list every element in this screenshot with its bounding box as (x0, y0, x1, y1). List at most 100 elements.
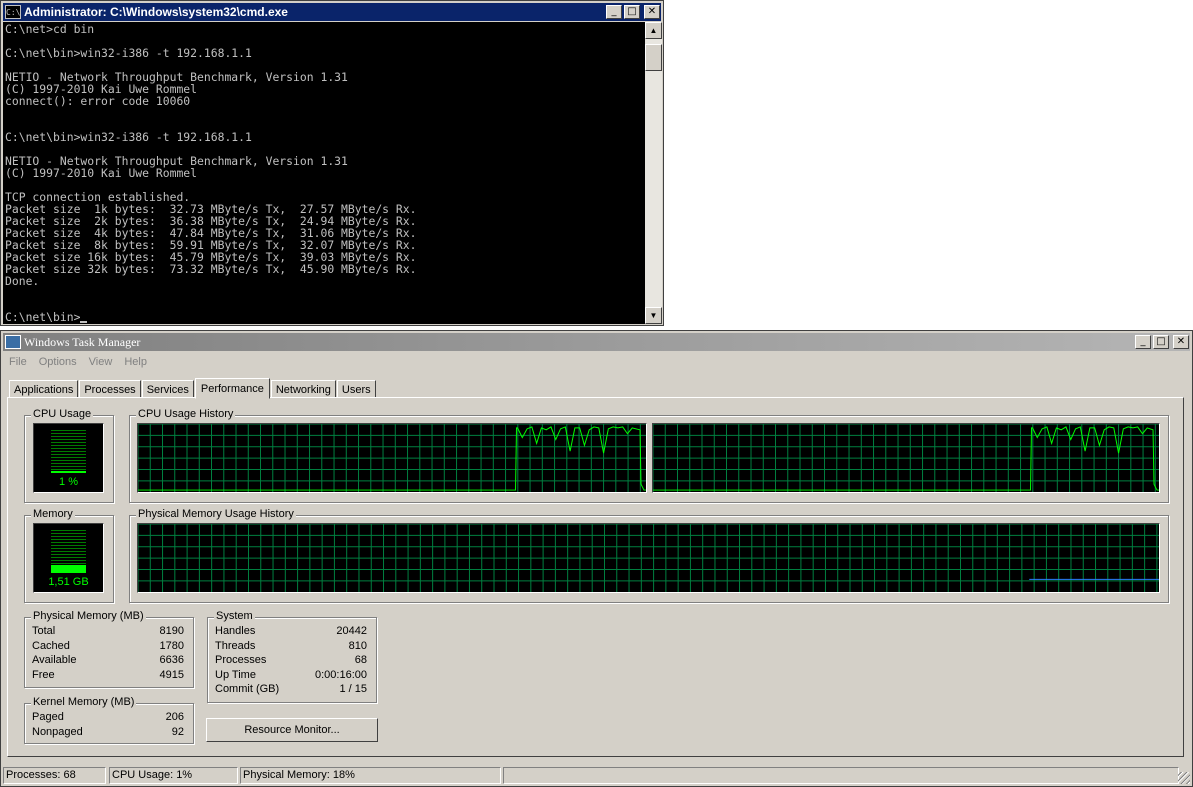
status-empty (503, 767, 1179, 784)
kernel-memory-nonpaged: Nonpaged 92 (32, 726, 184, 738)
console-line: C:\net\bin>win32-i386 -t 192.168.1.1 (5, 46, 252, 60)
stat-value: 20442 (336, 625, 367, 637)
stat-name: Paged (32, 711, 64, 723)
close-button[interactable]: ✕ (1173, 335, 1189, 349)
cpu-history-label: CPU Usage History (136, 408, 236, 420)
status-processes: Processes: 68 (3, 767, 106, 784)
console-prompt: C:\net\bin> (5, 310, 81, 324)
status-bar: Processes: 68 CPU Usage: 1% Physical Mem… (1, 765, 1192, 786)
physical-memory-label: Physical Memory (MB) (31, 610, 146, 622)
stat-name: Commit (GB) (215, 683, 280, 695)
menu-help[interactable]: Help (118, 356, 153, 368)
scroll-down-button[interactable]: ▼ (645, 307, 662, 324)
task-manager-window: Windows Task Manager _ □ ✕ File Options … (0, 330, 1193, 787)
stat-value: 0:00:16:00 (315, 669, 367, 681)
tab-strip: Applications Processes Services Performa… (9, 376, 377, 399)
stat-value: 1 / 15 (339, 683, 367, 695)
tab-networking[interactable]: Networking (270, 380, 336, 398)
console-line: connect(): error code 10060 (5, 94, 191, 108)
tab-performance[interactable]: Performance (194, 378, 270, 399)
taskmgr-titlebar[interactable]: Windows Task Manager _ □ ✕ (3, 333, 1190, 351)
system-processes: Processes 68 (215, 654, 367, 666)
maximize-button[interactable]: □ (1153, 335, 1169, 349)
tab-services[interactable]: Services (141, 380, 194, 398)
taskmgr-window-title: Windows Task Manager (24, 334, 141, 349)
stat-value: 206 (165, 711, 184, 723)
menu-view[interactable]: View (83, 356, 119, 368)
stat-value: 92 (171, 726, 184, 738)
minimize-button[interactable]: _ (606, 5, 622, 19)
kernel-memory-paged: Paged 206 (32, 711, 184, 723)
resize-grip[interactable] (1178, 772, 1190, 784)
menu-options[interactable]: Options (33, 356, 83, 368)
tab-applications[interactable]: Applications (9, 380, 79, 398)
console-output[interactable]: C:\net>cd bin C:\net\bin>win32-i386 -t 19… (3, 22, 645, 324)
stat-value: 6636 (159, 654, 184, 666)
task-manager-icon (5, 335, 21, 349)
memory-history-label: Physical Memory Usage History (136, 508, 296, 520)
memory-meter: 1,51 GB (33, 523, 104, 593)
menu-bar: File Options View Help (3, 352, 153, 372)
system-commit: Commit (GB) 1 / 15 (215, 683, 367, 695)
memory-label: Memory (31, 508, 75, 520)
close-button[interactable]: ✕ (644, 5, 660, 19)
memory-meter-fill (51, 565, 86, 573)
menu-file[interactable]: File (3, 356, 33, 368)
stat-name: Threads (215, 640, 256, 652)
console-line: C:\net\bin>win32-i386 -t 192.168.1.1 (5, 130, 252, 144)
stat-name: Total (32, 625, 56, 637)
physical-memory-total: Total 8190 (32, 625, 184, 637)
status-memory: Physical Memory: 18% (240, 767, 501, 784)
cmd-window: C:\ Administrator: C:\Windows\system32\c… (0, 0, 664, 326)
stat-value: 68 (354, 654, 367, 666)
system-handles: Handles 20442 (215, 625, 367, 637)
cpu-usage-label: CPU Usage (31, 408, 94, 420)
stat-name: Nonpaged (32, 726, 83, 738)
console-line: Done. (5, 274, 40, 288)
stat-name: Cached (32, 640, 70, 652)
system-uptime: Up Time 0:00:16:00 (215, 669, 367, 681)
cpu-usage-value: 1 % (59, 476, 78, 488)
scroll-up-button[interactable]: ▲ (645, 22, 662, 39)
stat-value: 4915 (159, 669, 184, 681)
text-cursor (80, 312, 88, 323)
console-icon: C:\ (5, 5, 21, 19)
resource-monitor-button[interactable]: Resource Monitor... (206, 718, 378, 742)
cpu-history-graph-core-2 (652, 423, 1160, 493)
stat-value: 1780 (159, 640, 184, 652)
console-line: (C) 1997-2010 Kai Uwe Rommel (5, 166, 198, 180)
physical-memory-cached: Cached 1780 (32, 640, 184, 652)
kernel-memory-label: Kernel Memory (MB) (31, 696, 137, 708)
cpu-meter-fill (51, 471, 86, 473)
console-line: Packet size 32k bytes: 73.32 MByte/s Tx,… (5, 262, 417, 276)
memory-history-graph (137, 523, 1160, 593)
system-threads: Threads 810 (215, 640, 367, 652)
cmd-titlebar[interactable]: C:\ Administrator: C:\Windows\system32\c… (3, 3, 661, 21)
physical-memory-free: Free 4915 (32, 669, 184, 681)
console-line: C:\net>cd bin (5, 22, 95, 36)
stat-name: Handles (215, 625, 256, 637)
stat-name: Free (32, 669, 55, 681)
vertical-scrollbar[interactable]: ▲ ▼ (645, 22, 662, 324)
stat-name: Available (32, 654, 77, 666)
tab-users[interactable]: Users (336, 380, 376, 398)
tab-processes[interactable]: Processes (79, 380, 141, 398)
system-label: System (214, 610, 255, 622)
status-cpu: CPU Usage: 1% (109, 767, 238, 784)
maximize-button[interactable]: □ (624, 5, 640, 19)
console-prompt-line: C:\net\bin> (5, 311, 643, 323)
cmd-window-title: Administrator: C:\Windows\system32\cmd.e… (24, 5, 288, 19)
minimize-button[interactable]: _ (1135, 335, 1151, 349)
stat-value: 8190 (159, 625, 184, 637)
stat-value: 810 (348, 640, 367, 652)
stat-name: Up Time (215, 669, 256, 681)
physical-memory-available: Available 6636 (32, 654, 184, 666)
cpu-history-graph-core-1 (137, 423, 647, 493)
stat-name: Processes (215, 654, 267, 666)
scroll-thumb[interactable] (645, 44, 662, 71)
memory-value: 1,51 GB (48, 576, 89, 588)
meter-bars (51, 430, 86, 473)
